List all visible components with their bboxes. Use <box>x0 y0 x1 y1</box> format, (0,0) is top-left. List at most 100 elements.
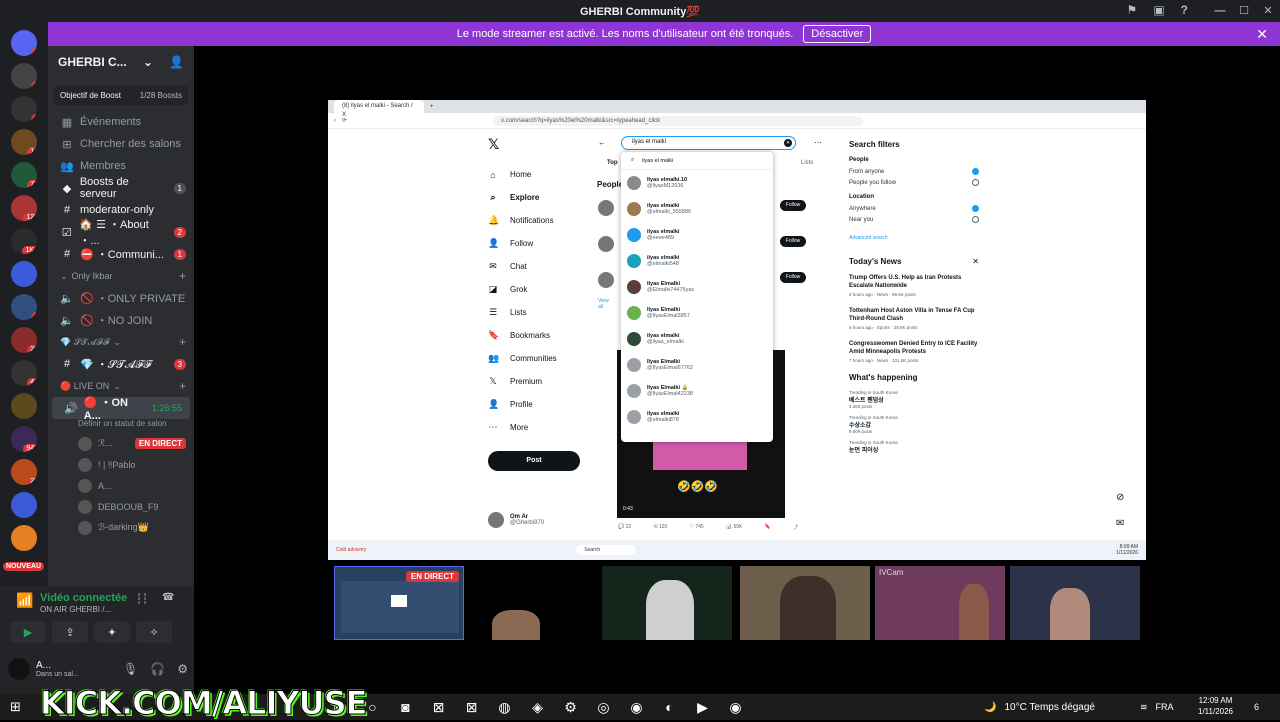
voice-user[interactable]: A...▶ <box>48 475 194 686</box>
server-icon[interactable] <box>11 525 37 551</box>
webcam-tile[interactable] <box>468 566 598 640</box>
channel-item[interactable]: ☑ 🏠 ☰ ・About ・... 2 <box>48 219 194 247</box>
post-action[interactable]: 💬 22 <box>618 524 631 531</box>
trend-item[interactable]: Trending in South Korea 수상소감 9,909 posts <box>849 415 979 434</box>
add-member-icon[interactable]: 👤 <box>169 55 184 69</box>
webcam-tile[interactable]: IVCam <box>875 566 1005 640</box>
x-nav-grok[interactable]: ◪ Grok <box>488 278 598 301</box>
screen-share-view[interactable]: (8) ilyas el malki - Search / X + ‹ ⟳ x.… <box>328 100 1146 560</box>
disable-streamer-button[interactable]: Désactiver <box>803 25 872 43</box>
windows-search[interactable]: Search <box>576 545 637 555</box>
close-icon[interactable]: ✕ <box>1256 26 1268 43</box>
new-tab-icon[interactable]: + <box>430 104 434 110</box>
radio[interactable] <box>972 179 979 186</box>
tab-top[interactable]: Top <box>607 160 618 166</box>
voice-user[interactable]: DEBOOUB_F9▶ <box>48 496 194 686</box>
language[interactable]: FRA <box>1156 702 1174 713</box>
server-icon[interactable]: 1 <box>11 63 37 89</box>
webcam-tile[interactable] <box>740 566 870 640</box>
sidebar-item-3[interactable]: ◆ Boosts de serveur 1 <box>48 176 194 200</box>
typeahead-result[interactable]: ilyas elmalki @ilyas_elmalki <box>621 326 773 352</box>
filter-near-you[interactable]: Near you <box>849 214 979 225</box>
typeahead-query[interactable]: ⌕ ilyas el malki <box>621 152 773 170</box>
follow-button[interactable]: Follow <box>780 272 806 283</box>
category-staff[interactable]: 💎 𝓢𝓣𝓐𝓕𝓕 ⌄ + <box>48 331 194 353</box>
radio-selected[interactable] <box>972 205 979 212</box>
typeahead-result[interactable]: Ilyas Elmalki @Elmalki74475yas <box>621 274 773 300</box>
radio-selected[interactable] <box>972 168 979 175</box>
server-icon[interactable]: 3 <box>11 294 37 320</box>
outlook-icon[interactable]: ◙ <box>396 699 415 716</box>
filter-people-you-follow[interactable]: People you follow <box>849 177 979 188</box>
post-action[interactable]: 🔖 <box>765 524 771 531</box>
filter-from-anyone[interactable]: From anyone <box>849 166 979 177</box>
voice-user[interactable]: ! | ‼Pablo▶ <box>48 454 194 686</box>
server-icon[interactable]: 25 <box>11 459 37 485</box>
discord-icon[interactable]: ◈ <box>528 699 547 716</box>
browser-tab[interactable]: (8) ilyas el malki - Search / X <box>334 100 424 118</box>
add-channel-icon[interactable]: + <box>179 379 186 393</box>
follow-button[interactable]: Follow <box>780 200 806 211</box>
server-icon[interactable]: 1 <box>11 96 37 122</box>
server-icon[interactable] <box>11 492 37 518</box>
advanced-search-link[interactable]: Advanced search <box>849 235 979 241</box>
add-channel-icon[interactable]: + <box>179 335 186 349</box>
maximize-button[interactable]: ☐ <box>1232 0 1256 22</box>
screen-share-button[interactable]: ⇪ <box>52 621 88 643</box>
news-item[interactable]: Tottenham Host Aston Villa in Tense FA C… <box>849 307 979 330</box>
news-item[interactable]: Trump Offers U.S. Help as Iran Protests … <box>849 274 979 297</box>
post-action[interactable]: ⟲ 120 <box>653 524 667 531</box>
stream-tile[interactable]: EN DIRECT <box>334 566 464 640</box>
filter-anywhere[interactable]: Anywhere <box>849 203 979 214</box>
x-nav-home[interactable]: ⌂ Home <box>488 163 598 186</box>
channel-staff[interactable]: # 💎 ・𝓢𝓣𝓐𝓕𝓕 3 <box>48 353 194 375</box>
x-nav-premium[interactable]: 𝕏 Premium <box>488 370 598 393</box>
typeahead-result[interactable]: ilyas elmalki @elmalki_555886 <box>621 196 773 222</box>
clear-icon[interactable]: ✕ <box>784 139 792 147</box>
more-icon[interactable]: ⋯ <box>814 138 822 147</box>
voice-channel-no-join[interactable]: 🔈 🚫 ・NO JOIN <box>48 309 194 331</box>
back-icon[interactable]: ‹ <box>334 118 336 124</box>
server-icon[interactable]: 14 <box>11 129 37 155</box>
sidebar-item-0[interactable]: ▦ Événements <box>48 111 194 133</box>
sidebar-item-1[interactable]: ⊞ Chercher des salons <box>48 133 194 155</box>
app-icon[interactable]: ⊠ <box>462 699 481 716</box>
x-nav-explore[interactable]: ⌕ Explore <box>488 186 598 209</box>
typeahead-result[interactable]: Ilyas Elmalki @IlyasElmal67762 <box>621 352 773 378</box>
avatar[interactable] <box>8 658 30 680</box>
settings-icon[interactable]: ⚙ <box>177 662 188 676</box>
view-all-link[interactable]: View all <box>598 298 609 310</box>
voice-user[interactable]: ℬ-darking👑▶ <box>48 517 194 686</box>
edge-icon[interactable]: ◍ <box>495 699 514 716</box>
boost-goal[interactable]: Objectif de Boost 1/28 Boosts <box>54 86 188 105</box>
x-nav-lists[interactable]: ☰ Lists <box>488 301 598 324</box>
typeahead-result[interactable]: Ilyas Elmalki @IlyasElmal3857 <box>621 300 773 326</box>
inbox-icon[interactable]: ⚑ <box>1127 3 1138 17</box>
microphone-icon[interactable]: 🎙 <box>123 662 138 676</box>
webcam-tile[interactable] <box>1010 566 1140 640</box>
steam-icon[interactable]: ◐ <box>660 699 679 716</box>
add-channel-icon[interactable]: + <box>179 269 186 283</box>
post-action[interactable]: ♡ 745 <box>689 524 703 531</box>
sidebar-item-2[interactable]: 👥 Membres <box>48 155 194 177</box>
x-nav-communities[interactable]: 👥 Communities <box>488 347 598 370</box>
x-logo-icon[interactable]: 𝕏 <box>488 136 598 153</box>
x-nav-bookmarks[interactable]: 🔖 Bookmarks <box>488 324 598 347</box>
chrome-icon[interactable]: ◉ <box>627 699 646 716</box>
voice-channel-on-air[interactable]: 🔊 🔴 ・ON A... 1:26:55 <box>52 397 190 422</box>
x-nav-notifications[interactable]: 🔔 Notifications <box>488 209 598 232</box>
follow-button[interactable]: Follow <box>780 236 806 247</box>
server-icon[interactable]: 1K+ <box>11 228 37 254</box>
activity-button[interactable]: ✦ <box>94 621 130 643</box>
url-input[interactable]: x.com/search?q=ilyas%20el%20malki&src=ty… <box>493 115 864 126</box>
reload-icon[interactable]: ⟳ <box>342 117 347 124</box>
typeahead-result[interactable]: ilyas elmalki @elmalki548 <box>621 248 773 274</box>
wifi-icon[interactable]: ≋ <box>1140 702 1148 713</box>
x-nav-more[interactable]: ⋯ More <box>488 416 598 439</box>
monitor-icon[interactable]: ▣ <box>1153 3 1164 17</box>
server-icon[interactable]: 7 <box>11 30 37 56</box>
trend-item[interactable]: Trending in South Korea 눈먼 피어싱 <box>849 440 979 454</box>
weather-widget[interactable]: 🌙 10°C Temps dégagé <box>984 702 1095 713</box>
search-input[interactable]: ilyas el malki ✕ <box>621 136 796 150</box>
disconnect-icon[interactable]: ☎ <box>162 592 174 603</box>
